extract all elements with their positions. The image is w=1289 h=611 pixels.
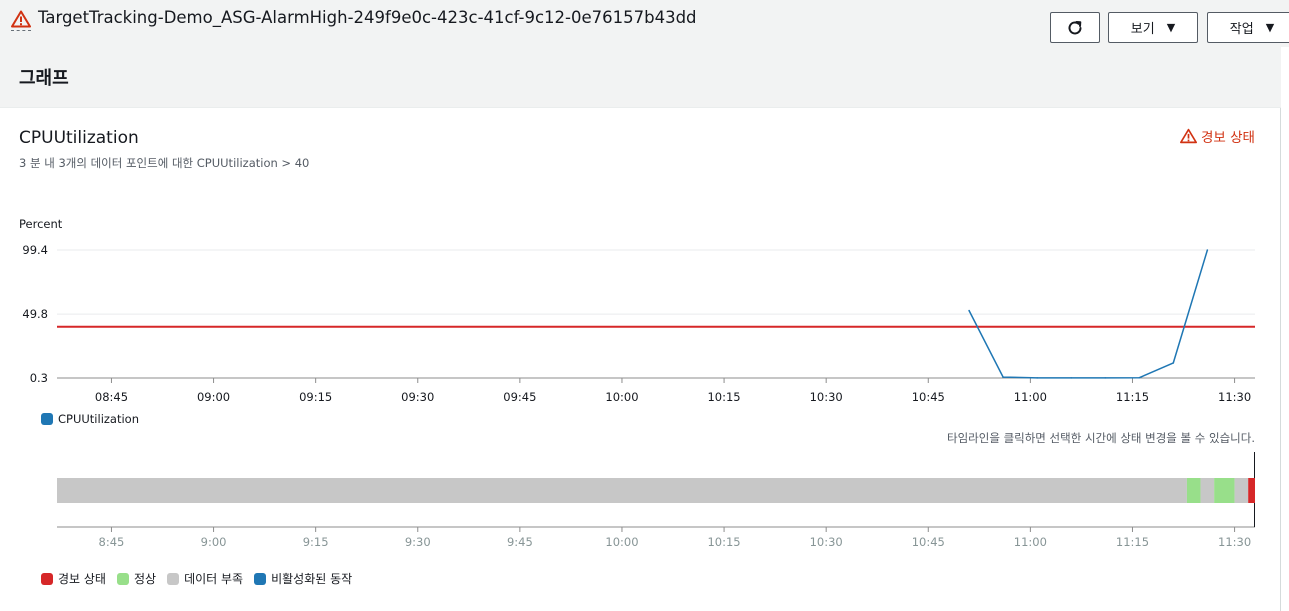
data-point[interactable] <box>1036 377 1038 379</box>
view-label: 보기 <box>1130 22 1155 37</box>
timeline-segment-insufficient[interactable] <box>1234 478 1249 503</box>
timeline-tick-label: 10:45 <box>912 535 945 549</box>
data-point[interactable] <box>1172 362 1175 364</box>
timeline-segment-alarm[interactable] <box>1248 478 1255 503</box>
legend-swatch <box>116 572 129 585</box>
x-tick-label: 09:30 <box>401 390 434 404</box>
timeline-tick-label: 9:00 <box>201 535 227 549</box>
data-point[interactable] <box>968 309 970 312</box>
x-tick-label: 09:45 <box>503 390 536 404</box>
x-tick-label: 11:15 <box>1116 390 1149 404</box>
alarm-name: TargetTracking-Demo_ASG-AlarmHigh-249f9e… <box>38 8 697 27</box>
actions-dropdown-button[interactable]: 작업 ▼ <box>1207 12 1289 43</box>
x-tick-label: 09:15 <box>299 390 332 404</box>
y-tick-label: 0.3 <box>30 371 48 385</box>
legend-item-disabled[interactable]: 비활성화된 동작 <box>254 570 352 587</box>
actions-label: 작업 <box>1229 22 1254 37</box>
legend-label: 정상 <box>133 572 157 586</box>
y-tick-label: 49.8 <box>22 307 48 321</box>
y-tick-label: 99.4 <box>22 243 48 257</box>
timeline-tick-label: 9:15 <box>303 535 329 549</box>
state-legend: 경보 상태 정상 데이터 부족 비활성화된 동작 <box>41 570 363 587</box>
series-legend[interactable]: CPUUtilization <box>41 412 139 426</box>
y-axis-label: Percent <box>19 217 63 231</box>
data-point[interactable] <box>1070 377 1073 379</box>
timeline-tick-label: 10:00 <box>605 535 638 549</box>
x-tick-label: 10:15 <box>707 390 740 404</box>
timeline-tick-label: 10:30 <box>810 535 843 549</box>
legend-item-ok[interactable]: 정상 <box>116 570 157 587</box>
legend-label: 비활성화된 동작 <box>271 572 353 586</box>
alarm-header-bar: TargetTracking-Demo_ASG-AlarmHigh-249f9e… <box>0 0 1289 47</box>
warning-underline <box>11 30 31 31</box>
data-point[interactable] <box>1138 376 1141 379</box>
warning-icon <box>1180 128 1197 144</box>
refresh-icon <box>1068 20 1082 34</box>
x-tick-label: 10:30 <box>810 390 843 404</box>
timeline-segment-insufficient[interactable] <box>57 478 1187 503</box>
timeline-tick-label: 10:15 <box>707 535 740 549</box>
timeline-segment-insufficient[interactable] <box>1200 478 1215 503</box>
legend-item-insufficient[interactable]: 데이터 부족 <box>167 570 243 587</box>
legend-swatch <box>167 572 180 585</box>
legend-label: 경보 상태 <box>58 572 106 586</box>
timeline-tick-label: 8:45 <box>99 535 125 549</box>
legend-swatch <box>41 572 53 585</box>
timeline-tick-label: 11:15 <box>1116 535 1149 549</box>
x-tick-label: 11:00 <box>1014 390 1047 404</box>
data-point[interactable] <box>1104 377 1107 379</box>
timeline-segment-ok[interactable] <box>1186 478 1201 503</box>
series-legend-label: CPUUtilization <box>58 412 140 426</box>
timeline-tick-label: 11:30 <box>1218 535 1251 549</box>
panel-title: 그래프 <box>19 68 69 89</box>
x-tick-label: 10:00 <box>605 390 638 404</box>
timeline-segment-ok[interactable] <box>1214 478 1235 503</box>
data-point[interactable] <box>1206 249 1209 251</box>
timeline-tick-label: 9:30 <box>405 535 431 549</box>
timeline-tick-label: 11:00 <box>1014 535 1047 549</box>
legend-label: 데이터 부족 <box>184 572 244 586</box>
alarm-state-badge: 경보 상태 <box>1180 126 1255 146</box>
warning-icon <box>11 10 31 28</box>
alarm-state-label: 경보 상태 <box>1201 130 1255 146</box>
data-point[interactable] <box>1002 376 1004 378</box>
x-tick-label: 10:45 <box>912 390 945 404</box>
state-timeline[interactable]: 8:45 9:00 9:15 9:30 9:45 10:00 10:15 10:30 10:45… <box>0 448 1289 558</box>
caret-down-icon: ▼ <box>1166 21 1176 34</box>
x-tick-label: 11:30 <box>1218 390 1251 404</box>
caret-down-icon: ▼ <box>1265 21 1275 34</box>
alarm-condition: 3 분 내 3개의 데이터 포인트에 대한 CPUUtilization > 4… <box>19 156 310 170</box>
legend-swatch <box>254 572 267 585</box>
timeline-tick-label: 9:45 <box>507 535 533 549</box>
panel-header: 그래프 <box>0 47 1281 108</box>
refresh-button[interactable] <box>1050 12 1100 43</box>
view-dropdown-button[interactable]: 보기 ▼ <box>1108 12 1198 43</box>
x-tick-label: 09:00 <box>197 390 230 404</box>
cpu-utilization-chart[interactable]: Percent 99.4 49.8 0.3 08:45 09:00 09:15 09:30 09… <box>0 210 1289 410</box>
metric-title: CPUUtilization <box>19 128 139 148</box>
x-tick-label: 08:45 <box>95 390 128 404</box>
series-legend-swatch <box>41 413 53 425</box>
timeline-hint: 타임라인을 클릭하면 선택한 시간에 상태 변경을 볼 수 있습니다. <box>947 431 1255 445</box>
legend-item-alarm[interactable]: 경보 상태 <box>41 570 106 587</box>
